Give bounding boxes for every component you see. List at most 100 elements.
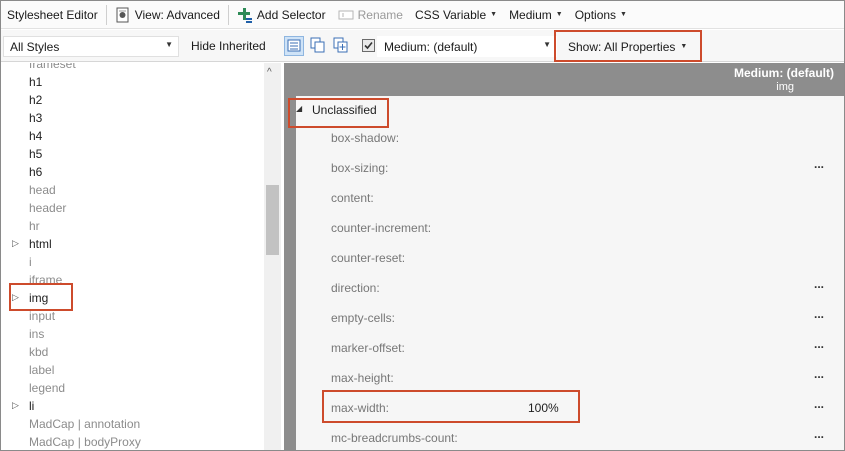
more-options-button[interactable]: ... — [814, 277, 824, 291]
property-name: content: — [331, 191, 374, 205]
copy-toggle[interactable] — [309, 36, 329, 56]
property-name: mc-breadcrumbs-count: — [331, 431, 458, 445]
tree-item-label: h1 — [29, 75, 43, 89]
tree-item-label: MadCap | annotation — [29, 417, 141, 431]
add-selector-button[interactable]: Add Selector — [231, 1, 332, 29]
property-row[interactable]: max-height:... — [331, 367, 831, 389]
tree-item-label: h4 — [29, 129, 43, 143]
rename-label: Rename — [357, 7, 403, 22]
tree-item-label: label — [29, 363, 55, 377]
property-name: empty-cells: — [331, 311, 396, 325]
property-row[interactable]: mc-breadcrumbs-count:... — [331, 427, 831, 449]
list-view-icon — [285, 39, 303, 58]
checkmark-icon — [364, 41, 373, 50]
chevron-down-icon: ▼ — [490, 11, 498, 18]
add-selector-label: Add Selector — [256, 7, 326, 22]
hide-inherited-button[interactable]: Hide Inherited — [191, 39, 266, 53]
dropdown-arrow-icon: ▼ — [543, 40, 551, 49]
rename-button[interactable]: Rename — [332, 1, 409, 29]
view-icon — [115, 7, 131, 23]
app-title: Stylesheet Editor — [7, 7, 98, 22]
expand-arrow-icon[interactable]: ▷ — [12, 400, 19, 411]
tree-item[interactable]: i — [1, 253, 263, 271]
more-options-button[interactable]: ... — [814, 427, 824, 441]
property-row[interactable]: counter-reset: — [331, 249, 831, 269]
medium-filter-value: Medium: (default) — [384, 39, 478, 54]
header-selector: img — [776, 81, 794, 93]
medium-checkbox[interactable] — [362, 39, 375, 52]
scrollbar-thumb[interactable] — [266, 185, 279, 255]
more-options-button[interactable]: ... — [814, 337, 824, 351]
tree-item-label: h6 — [29, 165, 43, 179]
tree-item-label: html — [29, 237, 52, 251]
css-variable-menu[interactable]: CSS Variable ▼ — [409, 1, 503, 29]
property-row[interactable]: direction:... — [331, 277, 831, 299]
tree-item-label: frameset — [29, 63, 76, 71]
property-name: box-shadow: — [331, 131, 400, 145]
scroll-up-icon[interactable]: ^ — [267, 67, 272, 78]
styles-filter-dropdown[interactable]: All Styles ▼ — [3, 36, 179, 57]
more-options-button[interactable]: ... — [814, 367, 824, 381]
medium-menu[interactable]: Medium ▼ — [503, 1, 569, 29]
tree-item[interactable]: ▷ li — [1, 397, 263, 415]
tree-item[interactable]: legend — [1, 379, 263, 397]
styles-filter-value: All Styles — [10, 39, 60, 54]
property-row[interactable]: empty-cells:... — [331, 307, 831, 329]
tree-item[interactable]: ▷ html — [1, 235, 263, 253]
tree-scrollbar[interactable]: ^ — [264, 63, 281, 450]
selector-tree: frameset h1 h2 h3 h4 h5 h6 head header hr ▷ html i if… — [1, 63, 284, 450]
tree-item-label: h5 — [29, 147, 43, 161]
tree-item[interactable]: ins — [1, 325, 263, 343]
view-list-toggle[interactable] — [284, 36, 304, 56]
property-row[interactable]: content: — [331, 189, 831, 209]
expand-arrow-icon[interactable]: ▷ — [12, 238, 19, 249]
property-row[interactable]: counter-increment: — [331, 219, 831, 239]
chevron-down-icon: ▼ — [620, 11, 627, 18]
medium-filter-dropdown[interactable]: Medium: (default) ▼ — [377, 36, 557, 57]
more-options-button[interactable]: ... — [814, 397, 824, 411]
tree-item-label: input — [29, 309, 56, 323]
show-properties-highlight — [554, 30, 702, 62]
add-selector-icon — [237, 7, 253, 23]
tree-item[interactable]: MadCap | annotation — [1, 415, 263, 433]
tree-item[interactable]: h1 — [1, 73, 263, 91]
tree-item[interactable]: header — [1, 199, 263, 217]
tree-item-label: h2 — [29, 93, 43, 107]
tree-item-label: h3 — [29, 111, 43, 125]
options-label: Options — [574, 7, 617, 22]
tree-item[interactable]: h3 — [1, 109, 263, 127]
more-options-button[interactable]: ... — [814, 307, 824, 321]
toolbar-separator — [105, 4, 107, 25]
filter-toolbar: All Styles ▼ Hide Inherited Medium: (def… — [1, 30, 844, 62]
main-toolbar: Stylesheet Editor View: Advanced Add Sel… — [1, 1, 844, 29]
chevron-down-icon: ▼ — [555, 11, 563, 18]
tree-item[interactable]: MadCap | bodyProxy — [1, 433, 263, 450]
tree-item[interactable]: h5 — [1, 145, 263, 163]
tree-item-label: li — [29, 399, 35, 413]
property-name: counter-increment: — [331, 221, 432, 235]
tree-item[interactable]: hr — [1, 217, 263, 235]
tree-item-label: ins — [29, 327, 45, 341]
property-row[interactable]: marker-offset:... — [331, 337, 831, 359]
view-advanced-button[interactable]: View: Advanced — [109, 1, 226, 29]
view-advanced-label: View: Advanced — [134, 7, 220, 22]
toolbar-separator — [227, 4, 229, 25]
property-row[interactable]: box-sizing:... — [331, 157, 831, 179]
tree-item-label: head — [29, 183, 56, 197]
options-menu[interactable]: Options ▼ — [569, 1, 633, 29]
more-options-button[interactable]: ... — [814, 157, 824, 171]
add-copy-icon — [332, 37, 350, 57]
tree-item[interactable]: h4 — [1, 127, 263, 145]
property-row[interactable]: box-shadow: — [331, 129, 831, 149]
tree-item[interactable]: kbd — [1, 343, 263, 361]
add-copy-toggle[interactable] — [332, 36, 352, 56]
tree-item[interactable]: h6 — [1, 163, 263, 181]
property-name: counter-reset: — [331, 251, 406, 265]
tree-item[interactable]: frameset — [1, 63, 263, 73]
tree-item[interactable]: head — [1, 181, 263, 199]
copy-icon — [309, 37, 327, 57]
stylesheet-editor-window: Stylesheet Editor View: Advanced Add Sel… — [0, 0, 845, 451]
tree-item[interactable]: h2 — [1, 91, 263, 109]
tree-item[interactable]: label — [1, 361, 263, 379]
dropdown-arrow-icon: ▼ — [165, 40, 173, 49]
